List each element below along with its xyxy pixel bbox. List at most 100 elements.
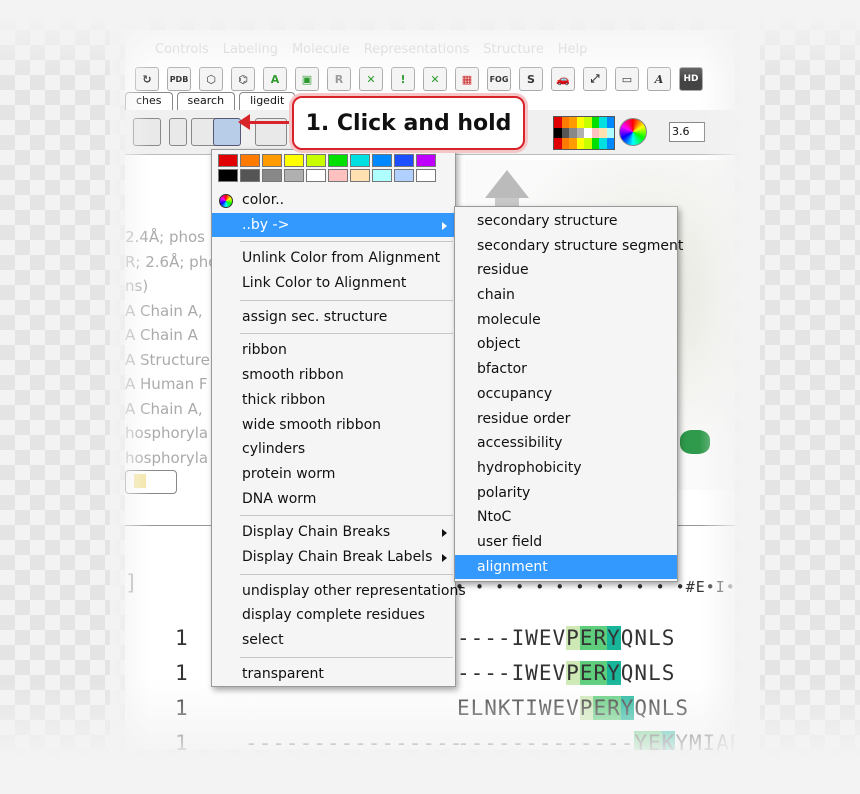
menu-item-wide-smooth-ribbon[interactable]: wide smooth ribbon — [212, 413, 455, 438]
palette-cell[interactable] — [569, 138, 577, 149]
highlighted-residue[interactable]: R — [593, 661, 608, 685]
highlighted-residue[interactable]: Y — [634, 731, 649, 750]
structure-list-item[interactable]: hosphoryla — [125, 421, 217, 446]
box-icon[interactable]: ▭ — [615, 67, 639, 91]
palette-cell[interactable] — [584, 138, 592, 149]
menu-item-display-complete-residues[interactable]: display complete residues — [212, 603, 455, 628]
menu-item-ribbon[interactable]: ribbon — [212, 338, 455, 363]
palette-cell[interactable] — [561, 138, 569, 149]
structure-list-item[interactable]: A Structure — [125, 348, 217, 373]
palette-cell[interactable] — [584, 127, 592, 139]
color-swatch[interactable] — [372, 154, 392, 167]
highlighted-residue[interactable]: E — [593, 696, 608, 720]
menu-item-protein-worm[interactable]: protein worm — [212, 462, 455, 487]
submenu-item-residue[interactable]: residue — [455, 258, 677, 283]
color-swatch[interactable] — [262, 154, 282, 167]
palette-cell[interactable] — [576, 117, 584, 128]
color-swatch[interactable] — [328, 169, 348, 182]
highlighted-residue[interactable]: Y — [607, 661, 621, 685]
menu-item-transparent[interactable]: transparent — [212, 662, 455, 687]
color-swatch[interactable] — [372, 169, 392, 182]
structure-list-item[interactable]: A Chain A, — [125, 397, 217, 422]
color-swatch[interactable] — [306, 169, 326, 182]
menu-item-by[interactable]: ..by -> — [212, 212, 455, 238]
menu-item-display-chain-break-labels[interactable]: Display Chain Break Labels — [212, 545, 455, 570]
check-x-icon[interactable]: ✕ — [359, 67, 383, 91]
structure-list-item[interactable]: A Chain A, — [125, 299, 217, 324]
submenu-item-ntoc[interactable]: NtoC — [455, 505, 677, 530]
menu-item-display-chain-breaks[interactable]: Display Chain Breaks — [212, 520, 455, 545]
submenu-item-residue-order[interactable]: residue order — [455, 407, 677, 432]
exclaim-icon[interactable]: ! — [391, 67, 415, 91]
menu-item-smooth-ribbon[interactable]: smooth ribbon — [212, 363, 455, 388]
submenu-item-secondary-structure[interactable]: secondary structure — [455, 209, 677, 234]
pdb-button[interactable]: PDB — [167, 67, 191, 91]
highlighted-residue[interactable]: Y — [607, 626, 621, 650]
hexagon-icon[interactable]: ⬡ — [199, 67, 223, 91]
monitor-icon[interactable]: ▣ — [295, 67, 319, 91]
color-ribbon-button[interactable] — [213, 118, 241, 146]
color-swatch[interactable] — [416, 154, 436, 167]
menu-item-dna-worm[interactable]: DNA worm — [212, 487, 455, 512]
palette-cell[interactable] — [606, 117, 614, 128]
palette-cell[interactable] — [591, 127, 599, 139]
color-swatch[interactable] — [218, 169, 238, 182]
palette-cell[interactable] — [569, 117, 577, 128]
color-swatch[interactable] — [218, 154, 238, 167]
palette-cell[interactable] — [576, 127, 584, 139]
submenu-item-molecule[interactable]: molecule — [455, 308, 677, 333]
submenu-item-object[interactable]: object — [455, 332, 677, 357]
palette-cell[interactable] — [569, 127, 577, 139]
s-button[interactable]: S — [519, 67, 543, 91]
submenu-item-hydrophobicity[interactable]: hydrophobicity — [455, 456, 677, 481]
color-swatch[interactable] — [350, 169, 370, 182]
palette-cell[interactable] — [561, 117, 569, 128]
structure-list-item[interactable]: R; 2.6Å; pho — [125, 250, 217, 275]
color-swatch[interactable] — [240, 154, 260, 167]
benzene-icon[interactable]: ⌬ — [231, 67, 255, 91]
car-icon[interactable]: 🚗 — [551, 67, 575, 91]
palette-cell[interactable] — [591, 117, 599, 128]
submenu-item-bfactor[interactable]: bfactor — [455, 357, 677, 382]
submenu-item-polarity[interactable]: polarity — [455, 481, 677, 506]
menu-help[interactable]: Help — [558, 42, 588, 57]
structure-list-item[interactable]: hosphoryla — [125, 446, 217, 471]
add-atom-icon[interactable]: A — [263, 67, 287, 91]
refresh-icon[interactable]: ↻ — [135, 67, 159, 91]
a-font-button[interactable]: A — [647, 67, 671, 91]
color-palette-button[interactable] — [553, 116, 615, 150]
highlighted-residue[interactable]: R — [607, 696, 621, 720]
submenu-item-accessibility[interactable]: accessibility — [455, 431, 677, 456]
color-swatch[interactable] — [284, 154, 304, 167]
menu-item-assign-sec-structure[interactable]: assign sec. structure — [212, 305, 455, 330]
palette-cell[interactable] — [599, 127, 607, 139]
color-wheel-button[interactable] — [619, 118, 647, 146]
submenu-item-occupancy[interactable]: occupancy — [455, 382, 677, 407]
submenu-item-secondary-structure-segment[interactable]: secondary structure segment — [455, 234, 683, 259]
color-swatch[interactable] — [394, 169, 414, 182]
menu-item-link-color-to-alignment[interactable]: Link Color to Alignment — [212, 271, 455, 296]
color-swatch[interactable] — [416, 169, 436, 182]
sequence-row[interactable]: -------------YEKYMIAR — [457, 731, 735, 750]
palette-cell[interactable] — [599, 117, 607, 128]
highlighted-residue[interactable]: Y — [620, 696, 635, 720]
color-swatch[interactable] — [306, 154, 326, 167]
highlighted-residue[interactable]: E — [579, 626, 594, 650]
highlighted-residue[interactable]: E — [579, 661, 594, 685]
palette-cell[interactable] — [599, 138, 607, 149]
sequence-row[interactable]: ----IWEVPERYQNLS — [457, 661, 675, 685]
sequence-row[interactable]: ELNKTIWEVPERYQNLS — [457, 696, 689, 720]
tab-search[interactable]: search — [176, 92, 236, 110]
structure-list-item[interactable]: A Human F — [125, 372, 217, 397]
zoom-field[interactable]: 3.6 — [669, 122, 705, 142]
submenu-item-chain[interactable]: chain — [455, 283, 677, 308]
menu-item-thick-ribbon[interactable]: thick ribbon — [212, 388, 455, 413]
palette-cell[interactable] — [584, 117, 592, 128]
sequence-row[interactable]: ----IWEVPERYQNLS — [457, 626, 675, 650]
scroll-handle[interactable] — [125, 470, 177, 494]
plus-minus-stepper[interactable] — [169, 118, 187, 146]
palette-cell[interactable] — [561, 127, 569, 139]
color-swatch[interactable] — [350, 154, 370, 167]
menu-labeling[interactable]: Labeling — [223, 42, 278, 57]
fog-button[interactable]: FOG — [487, 67, 511, 91]
